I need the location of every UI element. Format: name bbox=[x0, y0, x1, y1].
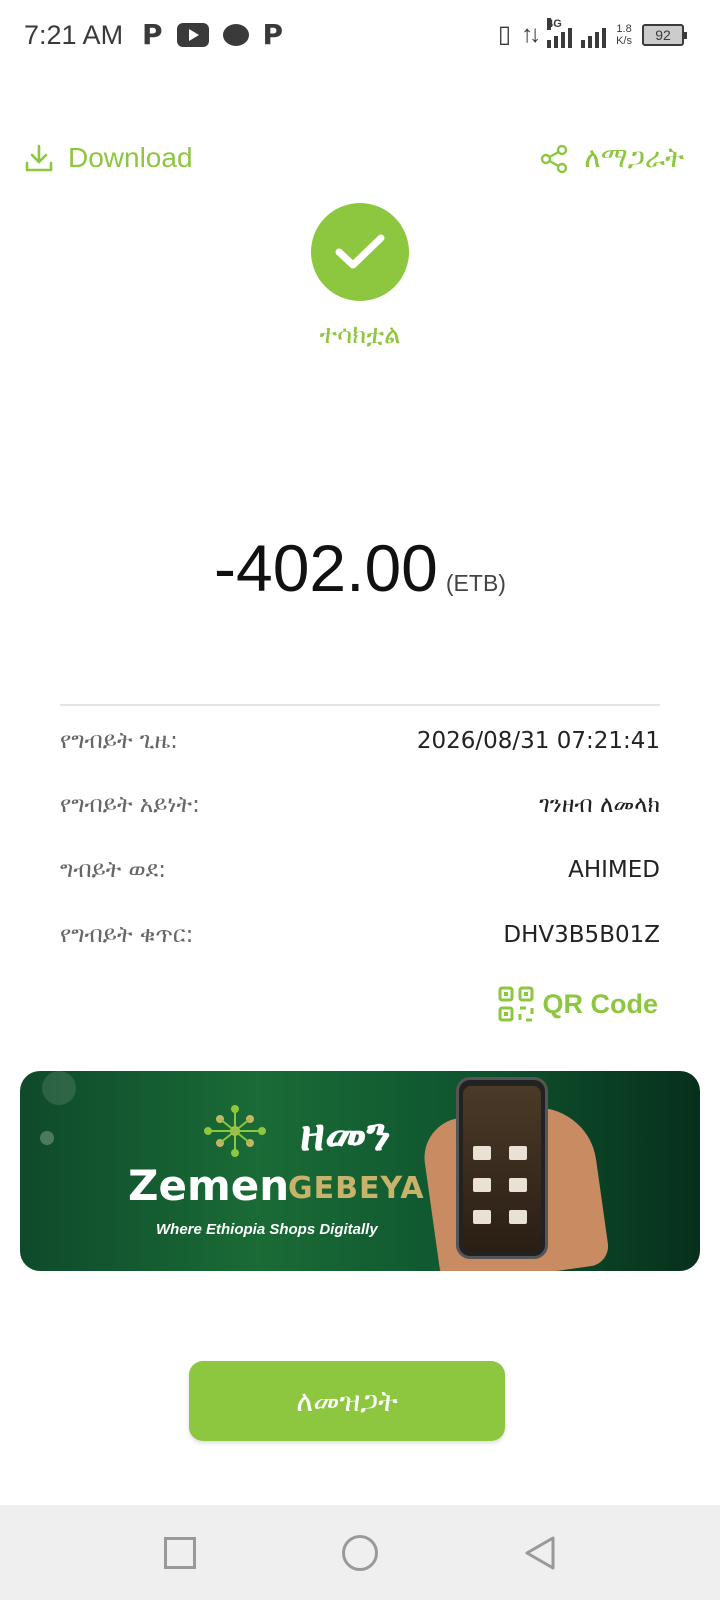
close-button[interactable]: ለመዝጋት bbox=[189, 1361, 505, 1441]
amount-currency: (ETB) bbox=[445, 570, 506, 596]
p-app-icon-2: P bbox=[262, 18, 284, 51]
data-arrows-icon: ↑↓ bbox=[521, 20, 541, 48]
back-icon[interactable] bbox=[524, 1535, 556, 1571]
detail-label: የግብይት ቁጥር: bbox=[60, 922, 194, 948]
download-icon bbox=[25, 144, 53, 172]
banner-decoration bbox=[40, 1131, 54, 1145]
banner-decoration bbox=[42, 1071, 76, 1105]
home-icon[interactable] bbox=[342, 1535, 378, 1571]
amount-value: -402.00 bbox=[214, 531, 438, 605]
phone-tile bbox=[509, 1210, 527, 1224]
zemen-gebeya-logo-icon bbox=[204, 1105, 266, 1157]
share-label: ለማጋራት bbox=[584, 142, 684, 173]
vibrate-icon: ▯ bbox=[497, 21, 512, 48]
recent-apps-icon[interactable] bbox=[164, 1537, 196, 1569]
detail-label: ግብይት ወደ: bbox=[60, 857, 166, 883]
system-icons: ▯ ↑↓ 4G 1.8 K/s 92 bbox=[497, 17, 687, 49]
phone-tile bbox=[509, 1146, 527, 1160]
detail-row-reference: የግብይት ቁጥር: DHV3B5B01Z bbox=[60, 915, 660, 955]
banner-tagline: Where Ethiopia Shops Digitally bbox=[156, 1221, 378, 1238]
success-label: ተሳክቷል bbox=[319, 320, 401, 350]
promo-banner[interactable]: ዘመን Zemen GEBEYA Where Ethiopia Shops Di… bbox=[20, 1071, 700, 1271]
chat-icon bbox=[222, 24, 249, 46]
status-time: 7:21 AM bbox=[24, 20, 124, 50]
status-bar: 7:21 AM P P ▯ ↑↓ 4G 1.8 K/s 92 bbox=[0, 0, 720, 72]
p-app-icon: P bbox=[142, 18, 163, 51]
share-button[interactable]: ለማጋራት bbox=[540, 142, 684, 175]
phone-tile bbox=[473, 1146, 491, 1160]
share-icon bbox=[541, 144, 568, 173]
detail-label: የግብይት ጊዜ: bbox=[60, 728, 178, 754]
network-speed: 1.8 K/s bbox=[616, 22, 632, 47]
battery-icon: 92 bbox=[642, 23, 687, 46]
banner-brand-zemen: Zemen bbox=[128, 1161, 290, 1210]
youtube-icon bbox=[176, 23, 209, 47]
detail-row-recipient: ግብይት ወደ: AHIMED bbox=[60, 850, 660, 890]
navigation-bar bbox=[0, 1505, 720, 1600]
phone-tile bbox=[473, 1210, 491, 1224]
amount-display: -402.00 (ETB) bbox=[0, 530, 720, 606]
detail-row-time: የግብይት ጊዜ: 2026/08/31 07:21:41 bbox=[60, 721, 660, 761]
qr-code-button[interactable]: QR Code bbox=[498, 986, 658, 1022]
checkmark-icon bbox=[335, 234, 385, 269]
divider bbox=[60, 704, 660, 706]
qr-code-icon bbox=[498, 986, 534, 1022]
network-type: 4G bbox=[547, 17, 562, 30]
signal-icon: 4G bbox=[547, 17, 607, 48]
success-icon bbox=[311, 203, 409, 301]
detail-value: AHIMED bbox=[568, 857, 660, 883]
phone-screen bbox=[463, 1086, 541, 1252]
notification-icons: P P bbox=[142, 20, 283, 50]
detail-label: የግብይት አይነት: bbox=[60, 792, 200, 818]
detail-row-type: የግብይት አይነት: ገንዘብ ለመላክ bbox=[60, 785, 660, 825]
download-button[interactable]: Download bbox=[24, 142, 193, 174]
phone-image bbox=[456, 1077, 548, 1259]
download-label: Download bbox=[68, 142, 193, 173]
phone-tile bbox=[473, 1178, 491, 1192]
detail-value: ገንዘብ ለመላክ bbox=[539, 792, 660, 818]
qr-code-label: QR Code bbox=[542, 988, 658, 1019]
banner-amharic-brand: ዘመን bbox=[300, 1107, 391, 1161]
banner-brand-gebeya: GEBEYA bbox=[288, 1171, 425, 1206]
detail-value: 2026/08/31 07:21:41 bbox=[416, 728, 660, 754]
phone-tile bbox=[509, 1178, 527, 1192]
detail-value: DHV3B5B01Z bbox=[503, 922, 660, 948]
